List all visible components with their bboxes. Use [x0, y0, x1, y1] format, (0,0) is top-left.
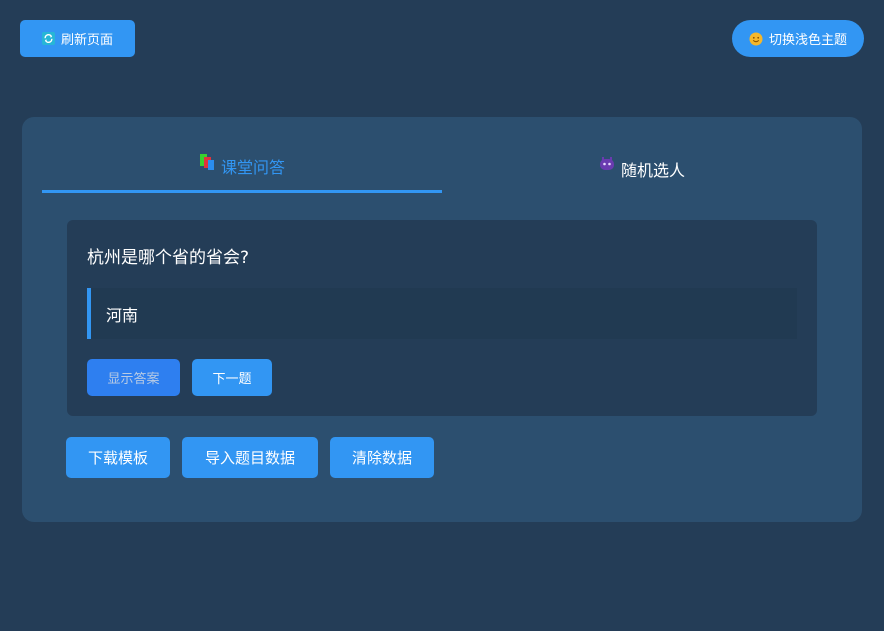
alien-monster-icon	[599, 157, 615, 171]
question-panel: 杭州是哪个省的省会? 河南 显示答案 下一题	[67, 220, 817, 416]
clear-data-button[interactable]: 清除数据	[330, 437, 434, 478]
show-answer-button[interactable]: 显示答案	[87, 359, 180, 396]
tab-random-pick-label: 随机选人	[620, 161, 685, 180]
answer-box: 河南	[87, 288, 797, 339]
page: 刷新页面 切换浅色主题 课堂问答 随机选人 杭州是哪个省的省会? 河南 显示答案…	[0, 0, 884, 631]
tab-classroom-qa-label: 课堂问答	[220, 158, 285, 177]
tab-classroom-qa[interactable]: 课堂问答	[42, 147, 442, 193]
import-questions-button[interactable]: 导入题目数据	[182, 437, 318, 478]
sun-face-icon	[749, 32, 763, 46]
main-card: 课堂问答 随机选人 杭州是哪个省的省会? 河南 显示答案 下一题 下载模板 导入…	[22, 117, 862, 522]
answer-text: 河南	[106, 305, 139, 325]
next-question-button[interactable]: 下一题	[192, 359, 272, 396]
download-template-button[interactable]: 下载模板	[66, 437, 170, 478]
tab-random-pick[interactable]: 随机选人	[442, 147, 842, 193]
refresh-icon	[41, 32, 55, 45]
refresh-page-label: 刷新页面	[60, 33, 113, 48]
question-text: 杭州是哪个省的省会?	[87, 248, 250, 268]
toggle-light-theme-button[interactable]: 切换浅色主题	[732, 20, 864, 57]
refresh-page-button[interactable]: 刷新页面	[20, 20, 135, 57]
books-icon	[199, 154, 215, 170]
toggle-light-theme-label: 切换浅色主题	[768, 33, 847, 48]
